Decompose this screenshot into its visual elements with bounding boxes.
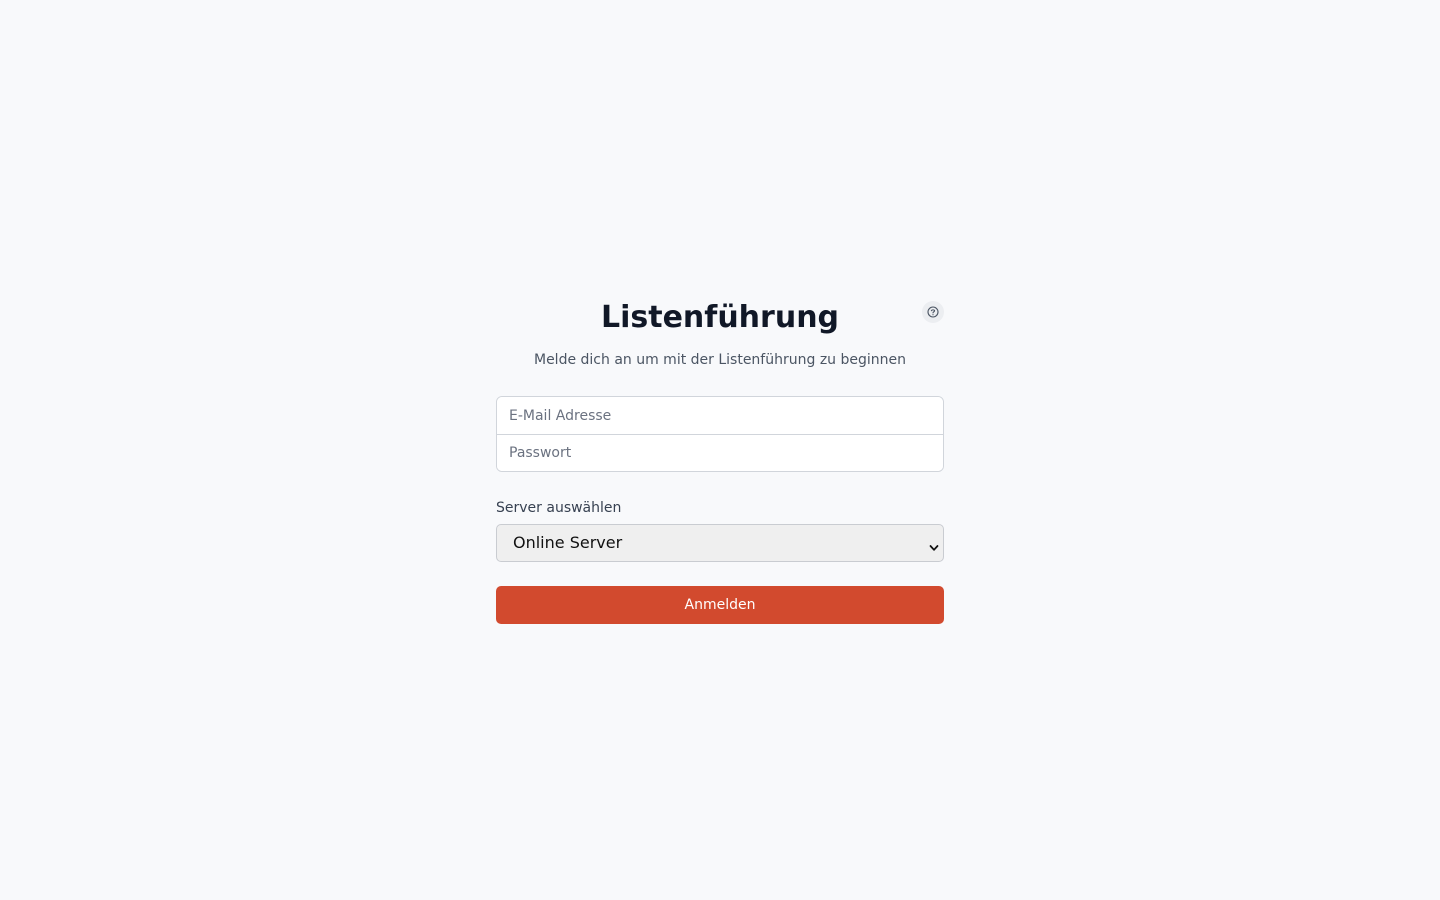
- email-field[interactable]: [497, 397, 943, 434]
- page-subtitle: Melde dich an um mit der Listenführung z…: [533, 352, 907, 368]
- page-title: Listenführung: [600, 300, 840, 335]
- chevron-down-icon: [929, 538, 939, 557]
- help-button[interactable]: [922, 301, 944, 323]
- login-panel: Listenführung Melde dich an um mit der L…: [496, 296, 944, 624]
- server-select[interactable]: Online Server: [496, 524, 944, 562]
- credentials-group: [496, 396, 944, 472]
- server-select-value: Online Server: [513, 533, 623, 552]
- login-button[interactable]: Anmelden: [496, 586, 944, 624]
- password-field[interactable]: [497, 434, 943, 471]
- question-circle-icon: [927, 306, 939, 318]
- server-select-label: Server auswählen: [496, 500, 622, 516]
- login-header: Listenführung Melde dich an um mit der L…: [496, 296, 944, 396]
